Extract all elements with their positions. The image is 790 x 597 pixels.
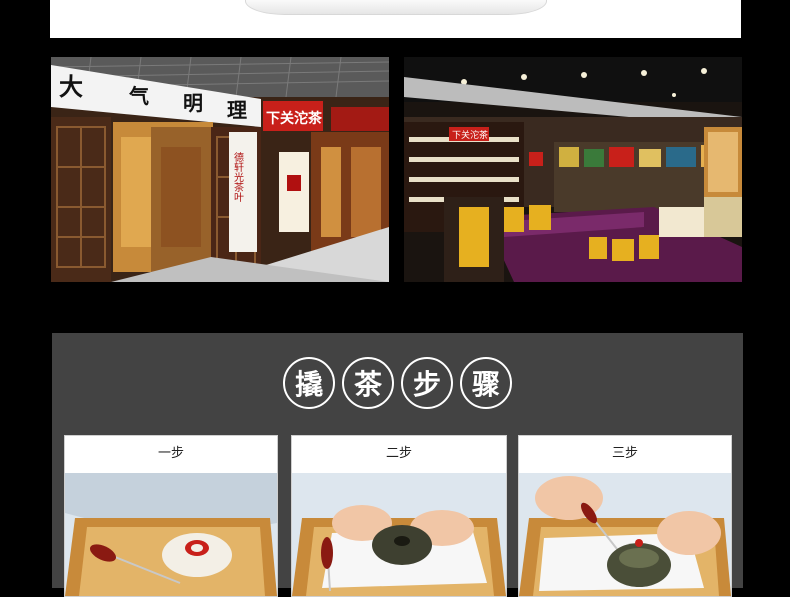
- section-title: 撬 茶 步 骤: [52, 357, 743, 409]
- step-label: 二步: [385, 446, 412, 461]
- sign-char-1: 大: [59, 72, 83, 101]
- step-label: 三步: [611, 446, 638, 461]
- sign-char-4: 理: [227, 98, 247, 122]
- shelf-sign: 下关沱茶: [452, 129, 488, 141]
- step-card-3: 三步: [518, 435, 732, 597]
- step-card-2: 二步: [291, 435, 507, 597]
- store-name-sign: 下关沱茶: [266, 110, 323, 127]
- step-card-1: 一步: [64, 435, 278, 597]
- title-char-4: 骤: [460, 357, 512, 409]
- plate-image: [245, 0, 547, 15]
- step-3-photo: [519, 473, 731, 596]
- title-char-3: 步: [401, 357, 453, 409]
- poster-text: 德轩光茶叶: [232, 151, 244, 203]
- step-label: 一步: [157, 446, 184, 461]
- title-char-2: 茶: [342, 357, 394, 409]
- store-photo-entrance: 大 气 明 理 下关沱茶 德轩光茶叶: [51, 57, 389, 282]
- step-2-photo: [292, 473, 506, 596]
- title-char-1: 撬: [283, 357, 335, 409]
- step-1-photo: [65, 473, 277, 596]
- sign-char-2: 气: [128, 84, 149, 108]
- store-photo-interior: 下关沱茶: [404, 57, 742, 282]
- top-product-banner: [50, 0, 741, 38]
- tea-prying-steps-section: 撬 茶 步 骤 一步 二步 三步: [52, 333, 743, 597]
- sign-char-3: 明: [183, 91, 203, 115]
